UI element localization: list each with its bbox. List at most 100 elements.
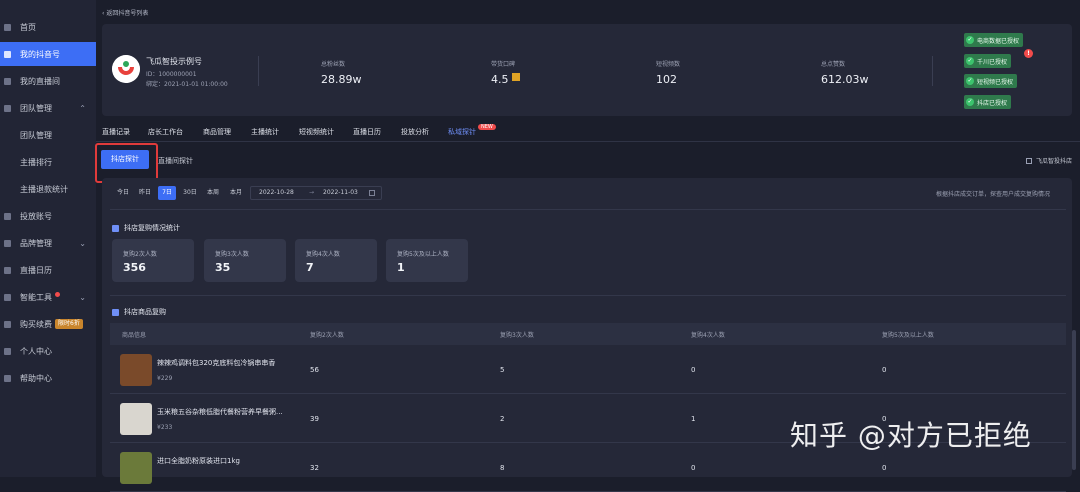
divider [258, 56, 259, 86]
rating-icon [512, 73, 520, 81]
account-name: 飞瓜智投示例号 [146, 57, 202, 66]
sidebar-item-smart-tools[interactable]: 智能工具 ⌄ [0, 285, 96, 309]
back-link[interactable]: ‹ 返回抖音号列表 [102, 8, 148, 17]
sidebar-item-label: 主播退款统计 [20, 184, 68, 194]
main-content: ‹ 返回抖音号列表 飞瓜智投示例号 ID：1000000001 绑定：2021-… [95, 0, 1080, 492]
stat-videos: 短视频数 102 [656, 61, 681, 86]
tab-shop-workbench[interactable]: 店长工作台 [148, 127, 183, 137]
sidebar-item-label: 我的直播间 [20, 76, 60, 86]
tab-live-calendar[interactable]: 直播日历 [353, 127, 381, 137]
divider [932, 56, 933, 86]
divider [110, 295, 1066, 296]
tab-live-records[interactable]: 直播记录 [102, 127, 130, 137]
sidebar-subitem-anchor-rank[interactable]: 主播排行 [0, 150, 96, 174]
notification-dot [55, 291, 60, 297]
sidebar-item-help[interactable]: 帮助中心 [0, 366, 96, 390]
chevron-down-icon: ⌄ [79, 238, 86, 248]
auth-badge-qianchuan[interactable]: ✓ 千川已授权 [964, 54, 1012, 68]
date-month[interactable]: 本月 [226, 186, 246, 200]
sidebar-item-my-douyin[interactable]: 我的抖音号 [0, 42, 96, 66]
table-header: 商品信息 复购2次人数 复购3次人数 复购4次人数 复购5次及以上人数 [110, 323, 1066, 345]
sidebar-item-live-calendar[interactable]: 直播日历 [0, 258, 96, 282]
account-id: ID：1000000001 [146, 71, 197, 78]
help-icon [4, 374, 11, 382]
check-icon: ✓ [966, 36, 974, 44]
sidebar-item-label: 团队管理 [20, 103, 52, 113]
date-week[interactable]: 本周 [203, 186, 223, 200]
sidebar-item-purchase[interactable]: 购买续费 限时6折 [0, 312, 96, 336]
send-icon [4, 212, 11, 220]
shop-checkbox[interactable]: 飞瓜智投抖店 [1026, 156, 1072, 165]
stat-fans: 总粉丝数 28.89w [321, 61, 362, 86]
new-badge: NEW [478, 124, 496, 130]
user-icon [4, 347, 11, 355]
auth-badge-video[interactable]: ✓ 短视频已授权 [964, 74, 1018, 88]
check-icon: ✓ [966, 77, 974, 85]
stat-card: 复购3次人数 35 [204, 239, 286, 282]
section-title-repurchase: 抖店复购情况统计 [112, 223, 180, 233]
section-title-goods: 抖店商品复购 [112, 307, 166, 317]
watermark: 知乎 @对方已拒绝 [790, 419, 1032, 452]
stat-card: 复购5次及以上人数 1 [386, 239, 468, 282]
sidebar-item-label: 个人中心 [20, 346, 52, 356]
sidebar-item-brand[interactable]: 品牌管理 ⌄ [0, 231, 96, 255]
calendar-icon [4, 266, 11, 274]
chevron-up-icon: ⌃ [79, 103, 86, 113]
sidebar-item-my-live[interactable]: 我的直播间 [0, 69, 96, 93]
account-logo [112, 55, 140, 83]
checkbox-icon [1026, 158, 1032, 164]
sidebar-item-label: 团队管理 [20, 130, 52, 140]
date-yesterday[interactable]: 昨日 [136, 186, 154, 200]
check-icon: ✓ [966, 98, 974, 106]
product-thumbnail [120, 354, 152, 386]
tab-anchor-stats[interactable]: 主播统计 [251, 127, 279, 137]
sidebar-item-label: 直播日历 [20, 265, 52, 275]
sidebar-item-ad-account[interactable]: 投放账号 [0, 204, 96, 228]
tool-icon [4, 293, 11, 301]
grid-icon [4, 50, 11, 58]
date-today[interactable]: 今日 [114, 186, 132, 200]
bind-time: 绑定：2021-01-01 01:00:00 [146, 81, 228, 88]
home-icon [4, 23, 11, 31]
tab-goods[interactable]: 商品管理 [203, 127, 231, 137]
date-7d[interactable]: 7日 [158, 186, 176, 200]
sidebar-item-label: 品牌管理 [20, 238, 52, 248]
list-icon [112, 308, 119, 316]
tab-ad-analysis[interactable]: 投放分析 [401, 127, 429, 137]
main-tabs: 直播记录 店长工作台 商品管理 主播统计 短视频统计 直播日历 投放分析 私域探… [96, 124, 1080, 142]
tab-private-probe[interactable]: 私域探针 [448, 127, 476, 137]
discount-badge: 限时6折 [55, 319, 83, 329]
sidebar-item-team[interactable]: 团队管理 ⌃ [0, 96, 96, 120]
sidebar: 首页 我的抖音号 我的直播间 团队管理 ⌃ 团队管理 主播排行 主播退款统计 投放… [0, 0, 96, 477]
sidebar-item-label: 购买续费 [20, 319, 52, 329]
stat-reputation: 带货口碑 4.5 [491, 59, 520, 86]
sidebar-item-label: 我的抖音号 [20, 49, 60, 59]
sidebar-item-label: 首页 [20, 22, 36, 32]
sidebar-item-label: 智能工具 [20, 292, 52, 302]
stat-likes: 总点赞数 612.03w [821, 61, 869, 86]
sidebar-subitem-refund-stats[interactable]: 主播退款统计 [0, 177, 96, 201]
divider [110, 209, 1066, 210]
sidebar-subitem-team-manage[interactable]: 团队管理 [0, 123, 96, 147]
sidebar-item-label: 主播排行 [20, 157, 52, 167]
date-range-picker[interactable]: 2022-10-28 → 2022-11-03 [250, 186, 382, 200]
cart-icon [4, 320, 11, 328]
date-30d[interactable]: 30日 [180, 186, 200, 200]
warning-icon: ! [1024, 49, 1033, 58]
tab-video-stats[interactable]: 短视频统计 [299, 127, 334, 137]
product-thumbnail [120, 403, 152, 435]
scrollbar[interactable] [1072, 330, 1076, 470]
chevron-down-icon: ⌄ [79, 292, 86, 302]
sidebar-item-home[interactable]: 首页 [0, 15, 96, 39]
auth-badge-shop[interactable]: ✓ 抖店已授权 [964, 95, 1012, 109]
table-row[interactable]: 辣辣鸡调料包320克底料包冷锅串串香 ¥229 56 5 0 0 [110, 346, 1066, 394]
subtab-live-probe[interactable]: 直播间探针 [158, 156, 193, 166]
brand-icon [4, 239, 11, 247]
team-icon [4, 104, 11, 112]
sidebar-item-profile[interactable]: 个人中心 [0, 339, 96, 363]
auth-badge-ecommerce[interactable]: ✓ 电商数据已授权 [964, 33, 1024, 47]
subtab-shop-probe[interactable]: 抖店探针 [101, 150, 149, 169]
sidebar-item-label: 帮助中心 [20, 373, 52, 383]
profile-card: 飞瓜智投示例号 ID：1000000001 绑定：2021-01-01 01:0… [102, 24, 1072, 116]
calendar-icon [369, 190, 375, 196]
